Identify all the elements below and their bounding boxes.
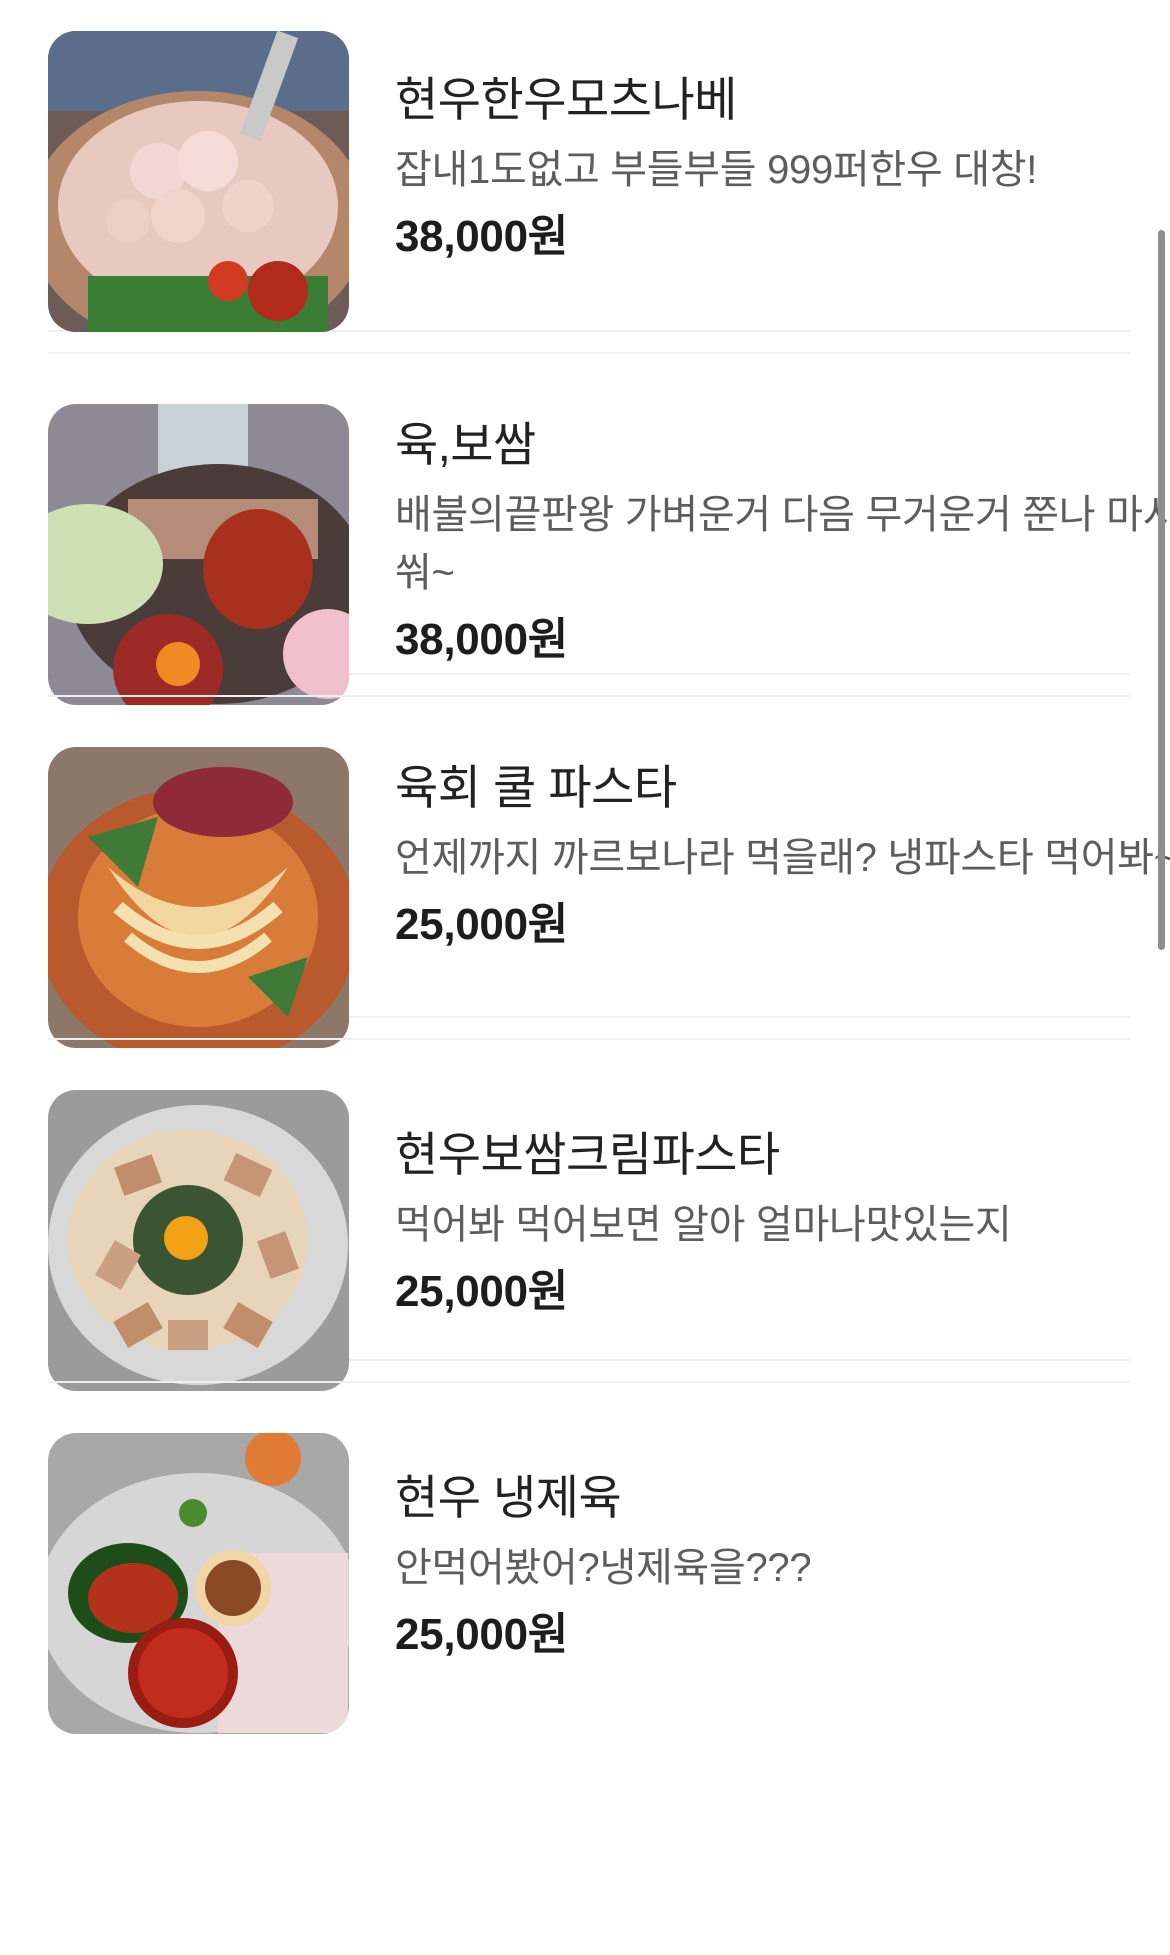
- menu-item[interactable]: 육,보쌈 배불의끝판왕 가벼운거 다음 무거운거 쭌나 마시쒀~ 38,000원: [48, 352, 1170, 705]
- menu-item-info: 현우한우모츠나베 잡내1도없고 부들부들 999퍼한우 대창! 38,000원: [395, 71, 1170, 267]
- scrollbar[interactable]: [1158, 230, 1165, 950]
- menu-item-image[interactable]: [48, 747, 349, 1048]
- menu-item-description: 먹어봐 먹어보면 알아 얼마나맛있는지: [395, 1203, 1012, 1247]
- menu-item-info: 현우보쌈크림파스타 먹어봐 먹어보면 알아 얼마나맛있는지 25,000원: [395, 1126, 1170, 1322]
- menu-item-description: 언제까지 까르보나라 먹을래? 냉파스타 먹어봐~: [395, 836, 1170, 880]
- menu-item-image[interactable]: [48, 1090, 349, 1391]
- menu-item[interactable]: 현우 냉제육 안먹어봤어?냉제육을??? 25,000원: [48, 1381, 1130, 1734]
- food-photo-icon: [48, 747, 349, 1048]
- food-photo-icon: [48, 1433, 349, 1734]
- menu-item-image[interactable]: [48, 31, 349, 332]
- menu-item-name: 현우 냉제육: [395, 1471, 622, 1524]
- menu-item-price: 25,000원: [395, 1267, 568, 1316]
- menu-item-price: 38,000원: [395, 212, 568, 261]
- menu-item-info: 현우 냉제육 안먹어봤어?냉제육을??? 25,000원: [395, 1469, 1170, 1665]
- menu-item-description: 안먹어봤어?냉제육을???: [395, 1546, 812, 1590]
- menu-item-price: 25,000원: [395, 900, 568, 949]
- menu-item[interactable]: 현우한우모츠나베 잡내1도없고 부들부들 999퍼한우 대창! 38,000원: [48, 31, 1130, 332]
- menu-item-description: 잡내1도없고 부들부들 999퍼한우 대창!: [395, 148, 1038, 192]
- menu-item-description: 배불의끝판왕 가벼운거 다음 무거운거 쭌나 마시쒀~: [395, 493, 1170, 595]
- menu-item-price: 38,000원: [395, 615, 568, 664]
- food-photo-icon: [48, 1090, 349, 1391]
- menu-item[interactable]: 육회 쿨 파스타 언제까지 까르보나라 먹을래? 냉파스타 먹어봐~ 25,00…: [48, 695, 1170, 1048]
- menu-list: 현우한우모츠나베 잡내1도없고 부들부들 999퍼한우 대창! 38,000원 …: [48, 31, 1170, 1734]
- menu-item-name: 육,보쌈: [395, 418, 536, 471]
- food-photo-icon: [48, 404, 349, 705]
- menu-item-image[interactable]: [48, 1433, 349, 1734]
- menu-item-info: 육회 쿨 파스타 언제까지 까르보나라 먹을래? 냉파스타 먹어봐~ 25,00…: [395, 759, 1170, 955]
- menu-item[interactable]: 현우보쌈크림파스타 먹어봐 먹어보면 알아 얼마나맛있는지 25,000원: [48, 1038, 1130, 1391]
- menu-item-name: 육회 쿨 파스타: [395, 761, 677, 814]
- food-photo-icon: [48, 31, 349, 332]
- menu-item-name: 현우보쌈크림파스타: [395, 1128, 780, 1181]
- menu-item-info: 육,보쌈 배불의끝판왕 가벼운거 다음 무거운거 쭌나 마시쒀~ 38,000원: [395, 416, 1170, 670]
- menu-item-image[interactable]: [48, 404, 349, 705]
- divider: [48, 332, 1130, 352]
- menu-item-name: 현우한우모츠나베: [395, 73, 737, 126]
- menu-item-price: 25,000원: [395, 1610, 568, 1659]
